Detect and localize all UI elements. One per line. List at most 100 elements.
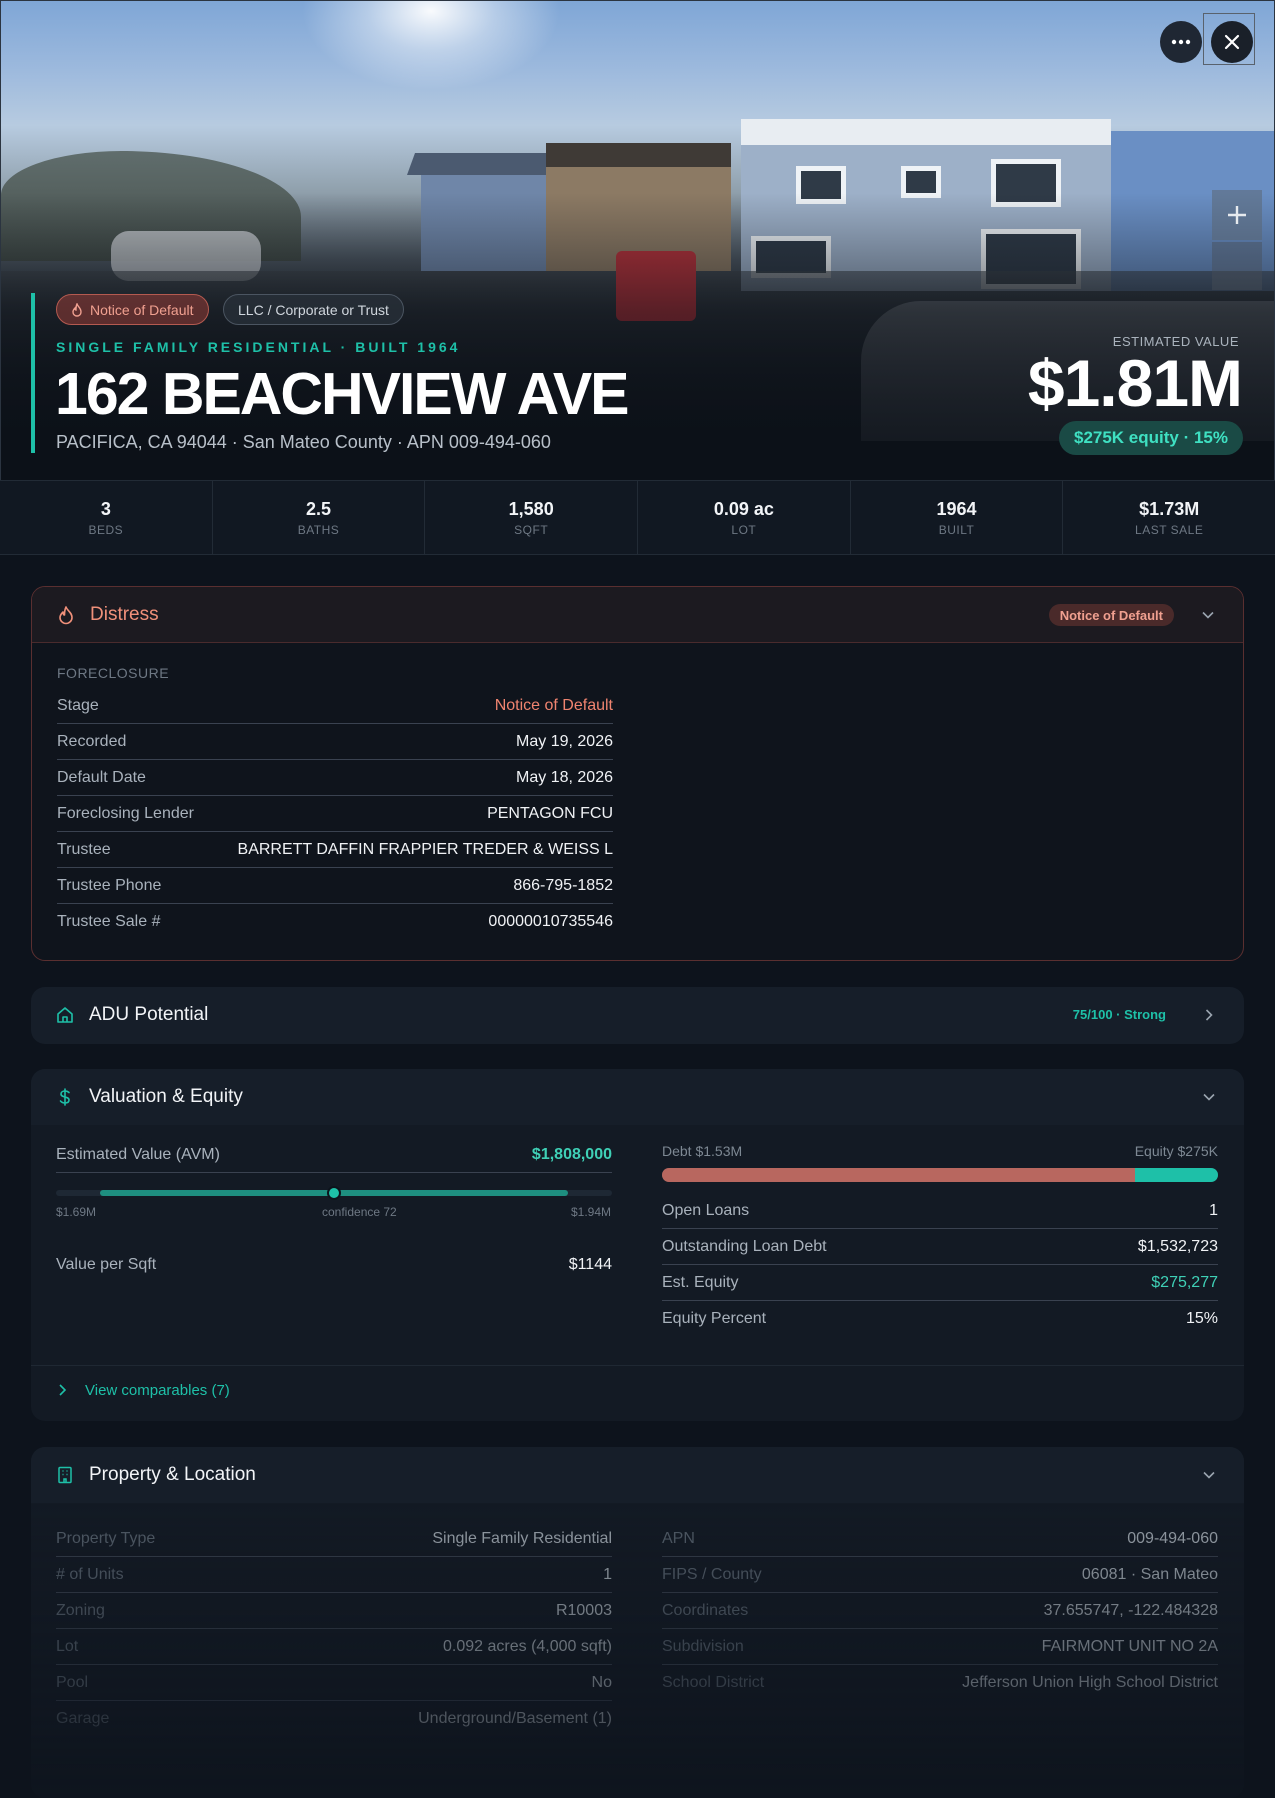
detail-key: APN [662, 1529, 695, 1547]
property-header[interactable]: Property & Location [31, 1447, 1244, 1503]
range-high-label: $1.94M [571, 1205, 612, 1219]
detail-key: Recorded [57, 732, 127, 750]
stat-label: LOT [731, 522, 757, 537]
detail-value: PENTAGON FCU [487, 804, 613, 822]
detail-key: School District [662, 1674, 765, 1691]
detail-value: 00000010735546 [488, 913, 613, 930]
detail-key: Pool [56, 1673, 89, 1691]
stat-value: 3 [100, 498, 111, 519]
stat-value: 0.09 ac [713, 498, 774, 519]
building-icon [58, 1466, 72, 1484]
avm-range-bar [56, 1186, 612, 1200]
close-icon [1224, 34, 1240, 50]
adu-section[interactable]: ADU Potential 75/100 · Strong [31, 987, 1244, 1044]
detail-value: 1 [603, 1565, 612, 1583]
stat-label: BATHS [297, 522, 340, 537]
equity-badge: $275K equity · 15% [1058, 421, 1243, 455]
flame-icon [59, 606, 73, 625]
debt-equity-bar [662, 1168, 1218, 1182]
close-button[interactable] [1203, 13, 1255, 65]
stat-baths: 2.5 BATHS [213, 481, 426, 554]
home-icon [57, 1007, 73, 1023]
stat-label: SQFT [514, 522, 549, 537]
detail-row-apn: APN 009-494-060 [662, 1521, 1218, 1557]
chevron-down-icon[interactable] [1202, 1090, 1216, 1104]
detail-key: Trustee [57, 840, 111, 858]
adu-header[interactable]: ADU Potential 75/100 · Strong [31, 987, 1244, 1043]
zoom-out-button[interactable] [1212, 242, 1262, 290]
detail-value: May 18, 2026 [516, 768, 613, 786]
detail-value: Single Family Residential [432, 1529, 612, 1547]
valuation-header[interactable]: Valuation & Equity [31, 1069, 1244, 1125]
stat-value: 2.5 [305, 498, 332, 519]
flame-icon [72, 302, 82, 317]
property-subtitle: SINGLE FAMILY RESIDENTIAL · BUILT 1964 [56, 339, 461, 355]
detail-key: Default Date [57, 768, 146, 786]
detail-value: $1144 [568, 1256, 612, 1273]
view-comparables-link[interactable]: View comparables (7) [31, 1365, 1244, 1414]
distress-title: Distress [90, 603, 159, 625]
adu-score: 75/100 · Strong [1072, 1007, 1166, 1022]
detail-row-est-equity: Est. Equity $275,277 [662, 1265, 1218, 1301]
stat-value: $1.73M [1139, 498, 1200, 519]
avm-row: Estimated Value (AVM) $1,808,000 [56, 1137, 612, 1173]
stat-built: 1964 BUILT [851, 481, 1064, 554]
chevron-right-icon[interactable] [1202, 1008, 1216, 1022]
detail-value: 0.092 acres (4,000 sqft) [443, 1637, 612, 1655]
detail-value: FAIRMONT UNIT NO 2A [1041, 1637, 1218, 1655]
detail-row-property-type: Property Type Single Family Residential [56, 1521, 612, 1557]
detail-key: Open Loans [662, 1201, 750, 1219]
detail-key: Outstanding Loan Debt [662, 1237, 827, 1255]
equity-label: Equity $275K [1134, 1143, 1218, 1159]
stat-sqft: 1,580 SQFT [425, 481, 639, 554]
detail-value: $1,532,723 [1137, 1237, 1218, 1255]
detail-row-trustee: Trustee BARRETT DAFFIN FRAPPIER TREDER & … [57, 832, 613, 868]
detail-row-fips: FIPS / County 06081 · San Mateo [662, 1557, 1218, 1593]
debt-segment [662, 1168, 1135, 1182]
detail-value: 06081 · San Mateo [1081, 1565, 1218, 1583]
detail-row-open-loans: Open Loans 1 [662, 1193, 1218, 1229]
plus-icon [1228, 206, 1246, 224]
stat-beds: 3 BEDS [0, 481, 213, 554]
stat-value: 1964 [936, 498, 977, 519]
detail-row-units: # of Units 1 [56, 1557, 612, 1593]
detail-value: May 19, 2026 [516, 732, 613, 750]
detail-value: Underground/Basement (1) [418, 1710, 612, 1727]
detail-key: Est. Equity [662, 1273, 739, 1291]
detail-key: Garage [56, 1710, 110, 1727]
distress-status-badge: Notice of Default [1048, 604, 1174, 626]
avm-value: $1,808,000 [531, 1145, 612, 1163]
detail-key: Equity Percent [662, 1310, 767, 1327]
detail-value: BARRETT DAFFIN FRAPPIER TREDER & WEISS L [237, 840, 613, 858]
detail-row-loan-debt: Outstanding Loan Debt $1,532,723 [662, 1229, 1218, 1265]
detail-key: FIPS / County [662, 1565, 762, 1583]
property-title: Property & Location [89, 1464, 256, 1485]
detail-row-trustee-sale: Trustee Sale # 00000010735546 [57, 904, 613, 940]
detail-row-lot: Lot 0.092 acres (4,000 sqft) [56, 1629, 612, 1665]
detail-key: Value per Sqft [56, 1256, 157, 1273]
range-low-label: $1.69M [56, 1205, 97, 1219]
chevron-right-icon [59, 1384, 67, 1396]
chevron-down-icon[interactable] [1202, 1468, 1216, 1482]
detail-key: Trustee Phone [57, 876, 162, 894]
valuation-title: Valuation & Equity [89, 1086, 243, 1107]
detail-key: Trustee Sale # [57, 913, 161, 930]
detail-value: 37.655747, -122.484328 [1043, 1601, 1218, 1619]
distress-chip-label: Notice of Default [90, 301, 194, 318]
estimated-value: $1.81M [1027, 346, 1243, 420]
dollar-icon [59, 1088, 70, 1106]
detail-key: Subdivision [662, 1637, 744, 1655]
detail-value: Jefferson Union High School District [962, 1674, 1218, 1691]
more-options-button[interactable] [1160, 21, 1202, 63]
detail-key: # of Units [56, 1565, 124, 1583]
detail-value: R10003 [555, 1601, 612, 1619]
detail-row-trustee-phone: Trustee Phone 866-795-1852 [57, 868, 613, 904]
distress-header[interactable]: Distress Notice of Default [32, 587, 1243, 643]
detail-value: 866-795-1852 [513, 876, 613, 894]
detail-row-garage: Garage Underground/Basement (1) [56, 1701, 612, 1737]
stat-last-sale: $1.73M LAST SALE [1063, 481, 1275, 554]
chevron-down-icon[interactable] [1201, 608, 1215, 622]
stat-label: BEDS [88, 522, 124, 537]
zoom-in-button[interactable] [1212, 190, 1262, 240]
stat-value: 1,580 [508, 498, 554, 519]
